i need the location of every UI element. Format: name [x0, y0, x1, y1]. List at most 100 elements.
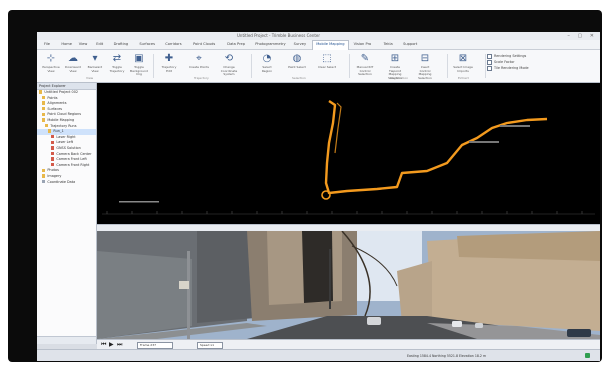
tree-item-label: Laser Right [56, 134, 76, 139]
tab-photogrammetry[interactable]: Photogrammetry [252, 41, 288, 48]
ribbon-toggle-trajectory-button[interactable]: ⇄ Toggle Trajectory [107, 53, 127, 79]
tree-item-label: Mobile Mapping [47, 117, 75, 122]
tab-vision-pro[interactable]: Vision Pro [351, 41, 375, 48]
ribbon-group-label: Trajectory [194, 76, 209, 80]
select-image-imports-icon: ⊠ [458, 53, 468, 64]
ribbon-button-label: Trajectory Edit [161, 65, 177, 73]
ribbon-button-label: Paint Select [288, 65, 306, 69]
tab-home[interactable]: Home [58, 41, 75, 48]
tree-item-label: Points [47, 95, 58, 100]
tab-view[interactable]: View [76, 41, 91, 48]
ribbon-button-label: Select Region [261, 65, 273, 73]
ribbon-button-label: Backward View [87, 65, 103, 73]
menu-tabs: File Home View Edit Drafting Surfaces Corridor… [37, 40, 600, 50]
app-window: Untitled Project - Trimble Business Cent… [37, 32, 600, 361]
project-explorer-title: Project Explorer [37, 83, 96, 90]
first-frame-button[interactable]: ⏮ [101, 341, 106, 348]
select-region-icon: ◔ [262, 53, 272, 64]
manual-rit-control-selection-icon: ✎ [360, 53, 370, 64]
tree-item-label: Run_1 [53, 129, 64, 134]
ribbon-button-label: Downward View [65, 65, 81, 73]
create-tiepoint-mapping-selection-icon: ⊞ [390, 53, 400, 64]
downward-view-icon: ☁ [68, 53, 78, 64]
folder-icon [48, 129, 52, 133]
ribbon-toggle-background-img-button[interactable]: ▣ Toggle Background Img [129, 53, 149, 79]
tab-mobile-mapping[interactable]: Mobile Mapping [312, 40, 349, 50]
project-tree: Untitled Project 002 Points Alignments Surf… [37, 90, 96, 185]
ribbon-option-tile-rendering-mode[interactable]: Tile Rendering Mode [487, 65, 547, 71]
ribbon-option-label: Rendering Settings [494, 54, 527, 58]
toggle-background-img-icon: ▣ [134, 53, 144, 64]
ribbon-separator [153, 54, 154, 78]
ribbon-button-label: Insert Control Mapping Selection [418, 65, 432, 80]
scale-bar [119, 201, 159, 203]
window-controls[interactable]: – ▢ ✕ [567, 33, 597, 39]
folder-icon [42, 112, 46, 117]
last-frame-button[interactable]: ⏭ [117, 341, 122, 348]
tab-corridors[interactable]: Corridors [162, 41, 184, 48]
connection-status-icon [585, 353, 590, 358]
trajectory-start-marker[interactable] [321, 190, 331, 200]
tab-surfaces[interactable]: Surfaces [136, 41, 158, 48]
ribbon-manual-rit-control-selection-button[interactable]: ✎ Manual RIT Control Selection [355, 53, 375, 79]
tree-item-label: Camera Back Center [56, 151, 92, 156]
ribbon-separator [251, 54, 252, 78]
speed-field[interactable]: Speed x1 [197, 341, 223, 349]
tab-file[interactable]: File [41, 41, 53, 48]
ribbon-group-label: View [86, 76, 94, 80]
ribbon-perspective-view-button[interactable]: ⊹ Perspective View [41, 53, 61, 79]
ribbon-select-region-button[interactable]: ◔ Select Region [257, 53, 277, 79]
ribbon-button-label: Clear Select [317, 65, 337, 69]
folder-icon [42, 107, 46, 111]
ribbon-separator [349, 54, 350, 78]
checkbox[interactable] [487, 59, 492, 65]
ribbon-button-label: Perspective View [42, 65, 60, 73]
ribbon-clear-select-button[interactable]: ⬚ Clear Select [317, 53, 337, 79]
paint-select-icon: ◍ [292, 53, 302, 64]
tab-drafting[interactable]: Drafting [111, 41, 132, 48]
tab-survey[interactable]: Survey [291, 41, 310, 48]
perspective-view-icon: ⊹ [46, 53, 56, 64]
tab-tekla[interactable]: Tekla [381, 41, 396, 48]
tab-data-prep[interactable]: Data Prep [224, 41, 248, 48]
tab-support[interactable]: Support [400, 41, 420, 48]
tree-item-label: Surfaces [47, 106, 63, 111]
folder-icon [42, 95, 46, 100]
ribbon-button-label: Toggle Trajectory [109, 65, 125, 73]
trajectory-annotation [469, 141, 499, 143]
explorer-bottom-tabs: Project Explorer View Filter Manager [37, 336, 96, 353]
folder-icon [42, 118, 46, 122]
trajectory-edit-icon: ✚ [164, 53, 174, 64]
playback-bar: ⏮ ▶ ⏭ Frame 237 Speed x1 [97, 339, 600, 349]
ribbon-group-label: Extract [458, 76, 469, 80]
create-points-icon: ⌖ [196, 53, 202, 64]
ribbon-change-coordinate-system-button[interactable]: ⟲ Change Coordinate System [219, 53, 239, 79]
street-pole [187, 251, 190, 339]
frame-field[interactable]: Frame 237 [137, 341, 173, 349]
play-button[interactable]: ▶ [109, 341, 114, 348]
street-image-viewer[interactable] [97, 231, 600, 339]
trajectory-path[interactable] [324, 100, 548, 195]
window-title: Untitled Project - Trimble Business Cent… [237, 33, 321, 38]
folder-icon [39, 90, 43, 94]
ribbon-separator [485, 54, 486, 78]
plan-view-canvas[interactable] [97, 83, 600, 224]
ribbon-options: Rendering Settings Scale Factor Tile Rende… [487, 53, 547, 71]
tree-item-label: Laser Left [56, 140, 74, 145]
tree-item[interactable]: Coordinate Data [37, 180, 96, 186]
folder-icon [42, 168, 46, 172]
layer-icon [51, 157, 55, 161]
checkbox[interactable] [487, 65, 492, 71]
layer-icon [51, 151, 55, 156]
ribbon-trajectory-edit-button[interactable]: ✚ Trajectory Edit [159, 53, 179, 79]
ribbon-downward-view-button[interactable]: ☁ Downward View [63, 53, 83, 79]
ribbon-insert-control-mapping-selection-button[interactable]: ⊟ Insert Control Mapping Selection [415, 53, 435, 80]
ribbon-group-label: Selection [292, 76, 306, 80]
street-photo [97, 231, 600, 339]
checkbox[interactable] [487, 53, 492, 59]
ribbon: Rendering Settings Scale Factor Tile Rende… [37, 50, 600, 83]
ribbon-button-label: Create Points [189, 65, 209, 69]
tab-edit[interactable]: Edit [93, 41, 106, 48]
tab-point-clouds[interactable]: Point Clouds [190, 41, 218, 48]
folder-icon [45, 123, 49, 128]
